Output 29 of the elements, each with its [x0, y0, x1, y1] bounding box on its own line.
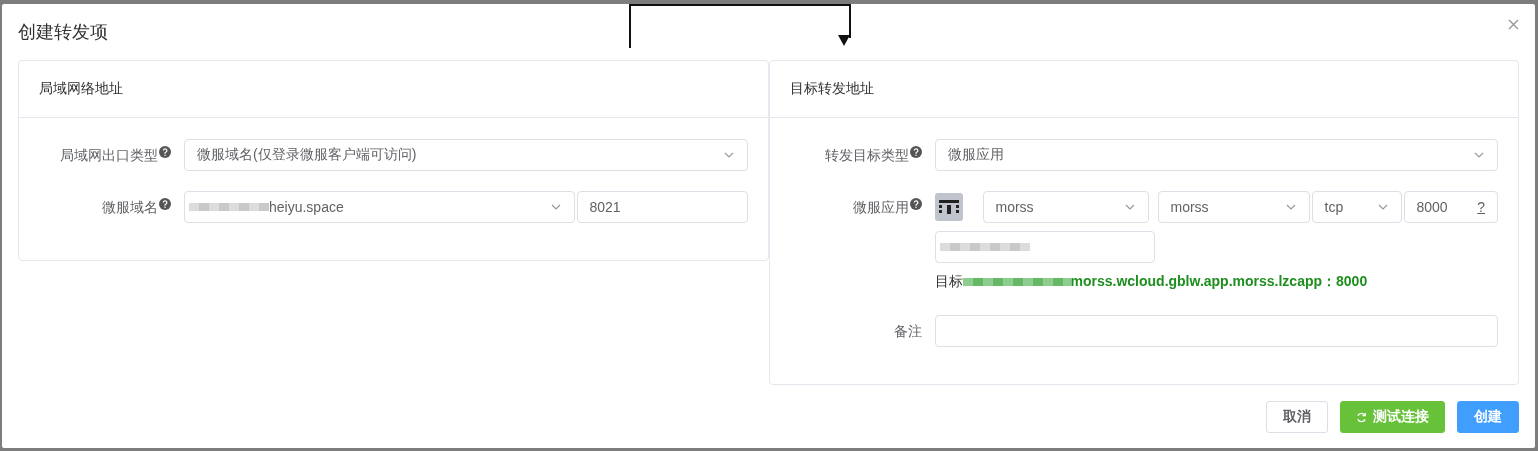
select-field[interactable]: morss	[982, 191, 1149, 223]
input-field[interactable]	[934, 231, 1155, 263]
dialog-title: 创建转发项	[18, 21, 108, 44]
field-label: 局域网出口类型	[60, 146, 158, 165]
grid-icon[interactable]	[934, 193, 963, 221]
select-field[interactable]: morss	[1157, 191, 1310, 223]
card-title: 目标转发地址	[789, 80, 874, 98]
input-field[interactable]: 8000 ?	[1403, 191, 1498, 223]
field-label: 微服域名	[102, 198, 158, 217]
field-label: 备注	[893, 322, 922, 341]
help-icon[interactable]	[159, 198, 171, 210]
help-icon[interactable]	[909, 198, 922, 210]
help-link[interactable]: ?	[1477, 199, 1485, 215]
select-field[interactable]: 微服域名(仅登录微服客户端可访问)	[184, 139, 748, 171]
select-field[interactable]: 微服应用	[934, 139, 1498, 171]
field-label: 微服应用	[852, 198, 909, 217]
select-field[interactable]: tcp	[1311, 191, 1402, 223]
target-label: 目标	[934, 273, 963, 291]
help-icon[interactable]	[909, 146, 922, 158]
refresh-icon	[1356, 411, 1367, 423]
action-button[interactable]: 取消	[1266, 401, 1328, 433]
input-field[interactable]: 8021	[576, 191, 748, 223]
select-field[interactable]: heiyu.space	[184, 191, 575, 223]
close-icon[interactable]	[1508, 18, 1519, 30]
input-field[interactable]	[934, 315, 1498, 347]
card-title: 局域网络地址	[39, 80, 123, 98]
target-address: morss.wcloud.gblw.app.morss.lzcapp：8000	[1070, 273, 1368, 291]
help-icon[interactable]	[159, 146, 171, 158]
field-label: 转发目标类型	[824, 146, 909, 165]
